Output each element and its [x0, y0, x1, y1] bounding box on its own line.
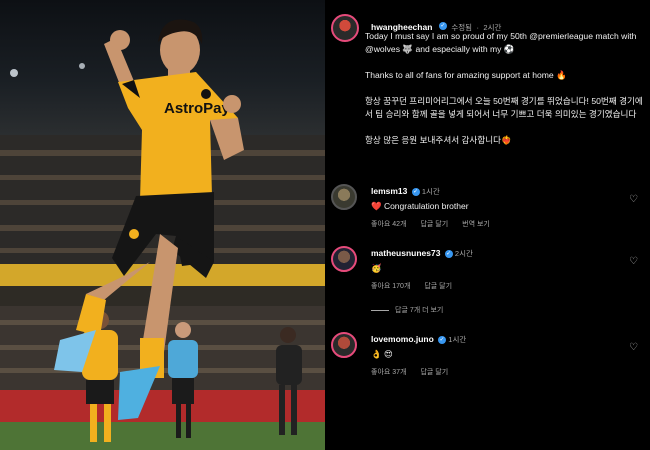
caption-paragraph: 항상 꿈꾸던 프리미어리그에서 오늘 50번째 경기를 뛰었습니다! 50번째 …	[365, 96, 643, 119]
reply-button[interactable]: 답글 달기	[424, 283, 452, 290]
verified-icon: ✓	[411, 187, 420, 196]
commenter-avatar[interactable]	[331, 184, 357, 210]
comment-text: ❤️ Congratulation brother	[371, 201, 469, 211]
view-more-replies-button[interactable]: 답글 7개 더 보기	[371, 305, 443, 315]
verified-icon: ✓	[444, 249, 453, 258]
comment-likes[interactable]: 좋아요 170개	[371, 283, 410, 290]
reply-button[interactable]: 답글 달기	[420, 369, 448, 376]
like-heart-icon[interactable]: ♡	[629, 194, 640, 205]
caption-paragraph: 항상 많은 응원 보내주셔서 감사합니다❤️‍🔥	[365, 135, 512, 145]
caption-paragraph: Thanks to all of fans for amazing suppor…	[365, 70, 567, 80]
comment-likes[interactable]: 좋아요 42개	[371, 221, 407, 228]
verified-icon: ✓	[438, 21, 447, 30]
divider-dash	[371, 309, 389, 311]
comment-time: 1시간	[448, 335, 467, 344]
sponsor-logo-text: AstroPay	[164, 100, 231, 117]
like-heart-icon[interactable]: ♡	[629, 256, 640, 267]
commenter-avatar[interactable]	[331, 246, 357, 272]
comment-time: 2시간	[454, 249, 473, 258]
author-avatar[interactable]	[331, 14, 359, 42]
comment-time: 1시간	[421, 187, 440, 196]
view-replies-label: 답글 7개 더 보기	[395, 307, 444, 314]
comment-text: 🥳	[371, 263, 382, 273]
player-celebration-image: AstroPay	[0, 19, 325, 450]
caption-paragraph: Today I must say I am so proud of my 50t…	[365, 31, 637, 54]
commenter-username[interactable]: lemsm13	[371, 186, 407, 196]
comment-text: 👌 😍	[371, 349, 393, 359]
translate-button[interactable]: 번역 보기	[462, 221, 490, 228]
comment-likes[interactable]: 좋아요 37개	[371, 369, 407, 376]
like-heart-icon[interactable]: ♡	[629, 342, 640, 353]
commenter-username[interactable]: matheusnunes73	[371, 248, 440, 258]
reply-button[interactable]: 답글 달기	[420, 221, 448, 228]
post-photo[interactable]: AstroPay	[0, 0, 325, 450]
verified-icon: ✓	[438, 335, 447, 344]
commenter-username[interactable]: lovemomo.juno	[371, 334, 434, 344]
post-caption: Today I must say I am so proud of my 50t…	[365, 30, 643, 160]
commenter-avatar[interactable]	[331, 332, 357, 358]
post-panel: hwangheechan ✓ 수정됨 · 2시간 Today I must sa…	[325, 0, 650, 450]
